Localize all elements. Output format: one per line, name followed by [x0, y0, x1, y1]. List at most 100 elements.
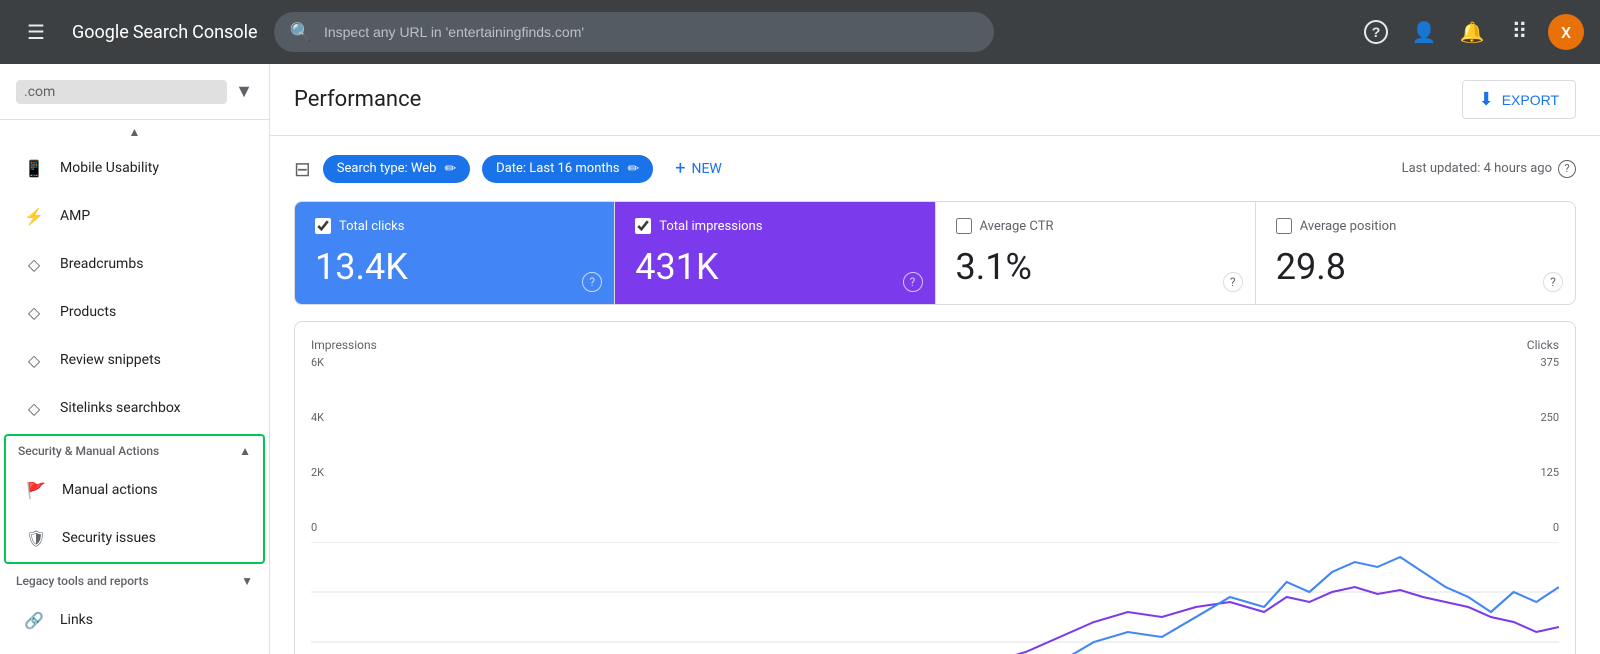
- impressions-label: Total impressions: [659, 219, 762, 234]
- search-bar[interactable]: 🔍: [274, 12, 994, 52]
- sidebar-item-products[interactable]: ◇ Products: [0, 288, 269, 336]
- legacy-section-expand-icon: ▼: [241, 574, 253, 588]
- y-tick-4k: 4K: [311, 411, 377, 424]
- sidebar-label-breadcrumbs: Breadcrumbs: [60, 256, 143, 272]
- top-header: ☰ Google Search Console 🔍 ? 👤 🔔 ⠿ X: [0, 0, 1600, 64]
- last-updated-text: Last updated: 4 hours ago: [1402, 161, 1552, 176]
- menu-button[interactable]: ☰: [16, 12, 56, 52]
- search-type-edit-icon: ✏: [444, 161, 456, 177]
- clicks-checkbox[interactable]: [315, 218, 331, 234]
- clicks-help-icon[interactable]: ?: [582, 272, 602, 292]
- metric-label-position: Average position: [1276, 218, 1555, 234]
- sidebar-item-amp[interactable]: ⚡ AMP: [0, 192, 269, 240]
- new-label: NEW: [691, 161, 721, 177]
- filter-icon[interactable]: ⊟: [294, 157, 311, 181]
- sidebar-label-security-issues: Security issues: [62, 530, 156, 546]
- search-type-filter[interactable]: Search type: Web ✏: [323, 155, 470, 183]
- metric-average-position[interactable]: Average position 29.8 ?: [1256, 202, 1575, 304]
- scroll-up-icon: ▲: [129, 125, 141, 139]
- export-icon: ⬇: [1479, 89, 1494, 110]
- manual-actions-icon: 🚩: [26, 480, 46, 500]
- sidebar-item-mobile-usability[interactable]: 📱 Mobile Usability: [0, 144, 269, 192]
- sidebar-item-breadcrumbs[interactable]: ◇ Breadcrumbs: [0, 240, 269, 288]
- layout: .com ▼ ▲ 📱 Mobile Usability ⚡ AMP ◇ Brea…: [0, 64, 1600, 654]
- chart-svg: [311, 542, 1559, 654]
- metric-label-impressions: Total impressions: [635, 218, 914, 234]
- apps-icon: ⠿: [1511, 19, 1528, 45]
- security-section-header[interactable]: Security & Manual Actions ▲: [6, 436, 263, 466]
- date-filter[interactable]: Date: Last 16 months ✏: [482, 155, 653, 183]
- sidebar-label-amp: AMP: [60, 208, 90, 224]
- products-icon: ◇: [24, 302, 44, 322]
- sidebar-item-sitelinks-searchbox[interactable]: ◇ Sitelinks searchbox: [0, 384, 269, 432]
- sidebar-label-links: Links: [60, 612, 93, 628]
- logo-search: Search: [133, 22, 188, 43]
- property-dropdown-icon[interactable]: ▼: [235, 81, 253, 102]
- y-tick-right-0: 0: [1553, 521, 1559, 534]
- chart-labels-row: Impressions 6K 4K 2K 0 Clicks 375 250 12…: [311, 338, 1559, 534]
- people-button[interactable]: 👤: [1404, 12, 1444, 52]
- export-button[interactable]: ⬇ EXPORT: [1462, 80, 1576, 119]
- sidebar-label-manual-actions: Manual actions: [62, 482, 158, 498]
- legacy-section-header[interactable]: Legacy tools and reports ▼: [0, 566, 269, 596]
- last-updated: Last updated: 4 hours ago ?: [1402, 160, 1576, 178]
- search-input[interactable]: [324, 24, 978, 40]
- metric-total-clicks[interactable]: Total clicks 13.4K ?: [295, 202, 615, 304]
- chart-area: Impressions 6K 4K 2K 0 Clicks 375 250 12…: [294, 321, 1576, 654]
- property-name: .com: [16, 80, 227, 104]
- sitelinks-icon: ◇: [24, 398, 44, 418]
- position-help-icon[interactable]: ?: [1543, 272, 1563, 292]
- avatar[interactable]: X: [1548, 14, 1584, 50]
- ctr-help-icon[interactable]: ?: [1223, 272, 1243, 292]
- page-title: Performance: [294, 87, 421, 112]
- search-icon: 🔍: [290, 22, 312, 43]
- security-section: Security & Manual Actions ▲ 🚩 Manual act…: [4, 434, 265, 564]
- sidebar-label-review-snippets: Review snippets: [60, 352, 161, 368]
- position-value: 29.8: [1276, 246, 1555, 288]
- amp-icon: ⚡: [24, 206, 44, 226]
- y-tick-6k: 6K: [311, 356, 377, 369]
- help-button[interactable]: ?: [1356, 12, 1396, 52]
- security-issues-icon: 🛡: [26, 528, 46, 548]
- legacy-section-title: Legacy tools and reports: [16, 574, 149, 588]
- impressions-line: [311, 587, 1559, 654]
- y-tick-right-125: 125: [1540, 466, 1559, 479]
- security-section-title: Security & Manual Actions: [18, 444, 159, 458]
- impressions-checkbox[interactable]: [635, 218, 651, 234]
- metric-label-clicks: Total clicks: [315, 218, 594, 234]
- search-type-label: Search type: Web: [337, 161, 437, 176]
- ctr-checkbox[interactable]: [956, 218, 972, 234]
- sidebar-label-products: Products: [60, 304, 116, 320]
- notifications-button[interactable]: 🔔: [1452, 12, 1492, 52]
- y-tick-right-250: 250: [1540, 411, 1559, 424]
- page-header: Performance ⬇ EXPORT: [270, 64, 1600, 136]
- links-icon: 🔗: [24, 610, 44, 630]
- date-edit-icon: ✏: [628, 161, 640, 177]
- chart-container: [311, 542, 1559, 654]
- clicks-line: [311, 557, 1559, 654]
- notifications-icon: 🔔: [1460, 20, 1485, 45]
- date-label: Date: Last 16 months: [496, 161, 619, 176]
- property-selector[interactable]: .com ▼: [0, 64, 269, 120]
- metric-average-ctr[interactable]: Average CTR 3.1% ?: [936, 202, 1256, 304]
- apps-button[interactable]: ⠿: [1500, 12, 1540, 52]
- logo: Google Search Console: [72, 22, 258, 43]
- sidebar-item-manual-actions[interactable]: 🚩 Manual actions: [6, 466, 263, 514]
- chart-y-label-left: Impressions 6K 4K 2K 0: [311, 338, 377, 534]
- y-tick-0: 0: [311, 521, 377, 534]
- last-updated-help-icon[interactable]: ?: [1558, 160, 1576, 178]
- metrics-row: Total clicks 13.4K ? Total impressions 4…: [294, 201, 1576, 305]
- sidebar-item-review-snippets[interactable]: ◇ Review snippets: [0, 336, 269, 384]
- new-filter-button[interactable]: + NEW: [665, 152, 732, 185]
- sidebar: .com ▼ ▲ 📱 Mobile Usability ⚡ AMP ◇ Brea…: [0, 64, 270, 654]
- impressions-help-icon[interactable]: ?: [903, 272, 923, 292]
- chart-y-label-right: Clicks 375 250 125 0: [1527, 338, 1559, 534]
- sidebar-item-links[interactable]: 🔗 Links: [0, 596, 269, 644]
- position-checkbox[interactable]: [1276, 218, 1292, 234]
- y-tick-2k: 2K: [311, 466, 377, 479]
- metric-total-impressions[interactable]: Total impressions 431K ?: [615, 202, 935, 304]
- people-icon: 👤: [1412, 20, 1437, 45]
- sidebar-label-sitelinks-searchbox: Sitelinks searchbox: [60, 400, 181, 416]
- sidebar-item-security-issues[interactable]: 🛡 Security issues: [6, 514, 263, 562]
- clicks-label: Total clicks: [339, 219, 404, 234]
